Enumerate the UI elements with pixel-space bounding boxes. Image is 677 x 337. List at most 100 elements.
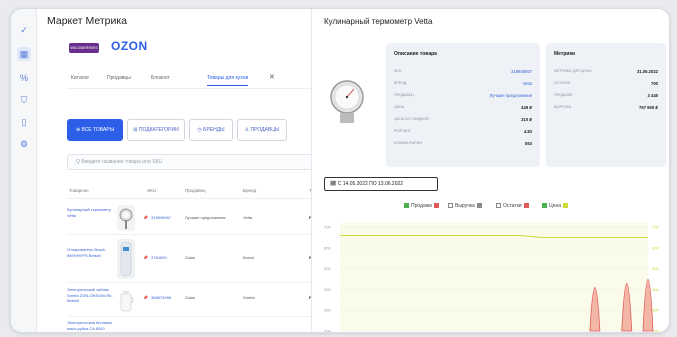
y-tick-label-left: 600: [324, 245, 331, 250]
y-tick-label-right: 700: [652, 225, 659, 230]
field-label: Рейтинг: [394, 129, 411, 133]
settings-icon[interactable]: ⚙: [17, 137, 31, 151]
field-label: Продажи: [554, 93, 573, 97]
legend-swatch: [523, 203, 529, 209]
y-tick-label-right: 300: [652, 308, 659, 313]
check-icon[interactable]: ✓: [17, 23, 31, 37]
product-thumbnail: [117, 239, 135, 279]
seller-cell[interactable]: Zolan: [185, 295, 195, 300]
tab-sellers[interactable]: Продавцы: [107, 75, 131, 81]
table-row[interactable]: Отпариватель Bosch BKR99VPS Betseil 📌 37…: [67, 235, 327, 283]
legend-checkbox-icon[interactable]: [542, 203, 547, 209]
search-input[interactable]: Q Введите название товара или SKU: [67, 154, 327, 170]
legend-swatch: [563, 203, 569, 209]
pin-icon[interactable]: 📌: [143, 295, 148, 300]
brand-cell[interactable]: Smeta: [243, 295, 255, 300]
field-label: Выручка: [554, 105, 572, 109]
product-title: Кулинарный термометр Vetta: [324, 17, 433, 26]
y-tick-label-left: 200: [324, 329, 331, 334]
legend-checkbox-icon[interactable]: [404, 203, 409, 209]
field-label: Цена: [394, 105, 405, 109]
tab-catalog[interactable]: Каталог: [71, 75, 89, 81]
legend-label: Цена: [549, 203, 562, 209]
wildberries-tab[interactable]: WILDBERRIES: [69, 43, 99, 53]
sales-value: 3 445: [647, 93, 658, 98]
field-label: Бренд: [394, 81, 407, 85]
pin-icon[interactable]: 📌: [143, 215, 148, 220]
percent-icon[interactable]: %: [17, 71, 31, 85]
seller-cell[interactable]: Zolan: [185, 255, 195, 260]
date-range-picker[interactable]: 🗓 С 14.05.2022 ПО 13.06.2022: [324, 177, 438, 191]
chart-plot-area: [340, 223, 648, 331]
product-name-link[interactable]: Электрический чайник Smeta ZGN-ONSGW-Rb-…: [67, 287, 113, 304]
column-sku-header[interactable]: SKU: [147, 188, 156, 193]
field-label: Комментарии: [394, 141, 422, 145]
legend-item-sales[interactable]: Продажи: [402, 203, 441, 209]
pin-icon[interactable]: 📌: [143, 255, 148, 260]
legend-swatch: [476, 203, 482, 209]
sku-cell[interactable]: 319849067: [151, 215, 171, 220]
legend-item-stock[interactable]: Остатки: [494, 203, 531, 209]
y-tick-label-right: 500: [652, 266, 659, 271]
y-tick-label-left: 400: [324, 287, 331, 292]
column-seller-header[interactable]: Продавец: [185, 188, 206, 193]
seller-cell[interactable]: Лучшие предложения: [185, 215, 225, 220]
rating-value: 4.83: [523, 129, 532, 134]
sku-cell[interactable]: 366574996: [151, 295, 171, 300]
legend-label: Выручка: [455, 203, 475, 209]
y-tick-label-right: 400: [652, 287, 659, 292]
sku-cell[interactable]: 3784693: [151, 255, 167, 260]
price-value: 449 ₽: [521, 105, 532, 110]
product-name-link[interactable]: Электрическая бытовая мясо-рубка CA 8000: [67, 320, 113, 331]
sku-value[interactable]: 319849067: [511, 69, 532, 74]
app-title: Маркет Метрика: [47, 15, 128, 27]
product-thumbnail: [117, 287, 135, 313]
grid-icon[interactable]: ▦: [17, 47, 31, 61]
document-icon[interactable]: ▯: [17, 115, 31, 129]
left-rail: ✓ ▦ % ⛉ ▯ ⚙: [11, 9, 37, 332]
comments-value: 553: [525, 141, 532, 146]
legend-item-revenue[interactable]: Выручка: [446, 203, 484, 209]
filter-brands-button[interactable]: ◷ БРЕНДЫ: [189, 119, 233, 141]
product-detail-panel: Кулинарный термометр Vetta Описание това…: [311, 9, 669, 334]
legend-swatch: [433, 203, 439, 209]
app-window: ✓ ▦ % ⛉ ▯ ⚙ Маркет Метрика WILDBERRIES O…: [10, 8, 670, 333]
product-image: [327, 74, 367, 128]
close-tab-icon[interactable]: ✕: [269, 73, 275, 81]
metrics-heading: Метрики: [554, 51, 576, 57]
filter-sellers-button[interactable]: ♙ ПРОДАВЦЫ: [237, 119, 287, 141]
shield-icon[interactable]: ⛉: [17, 93, 31, 107]
column-name-header[interactable]: Товарное: [69, 188, 89, 193]
table-row[interactable]: Электрическая бытовая мясо-рубка CA 8000: [67, 317, 327, 332]
legend-checkbox-icon[interactable]: [496, 203, 501, 209]
tab-notebook[interactable]: Блокнот: [151, 75, 170, 81]
column-brand-header[interactable]: Бренд: [243, 188, 256, 193]
table-row[interactable]: Электрический чайник Smeta ZGN-ONSGW-Rb-…: [67, 283, 327, 317]
product-thumbnail: [117, 205, 135, 231]
filter-subcategories-button[interactable]: ⊞ ПОДКАТЕГОРИИ: [127, 119, 185, 141]
stock-value: 700: [651, 81, 658, 86]
brand-cell[interactable]: Vetta: [243, 215, 252, 220]
y-tick-label-left: 700: [324, 225, 331, 230]
product-name-link[interactable]: Отпариватель Bosch BKR99VPS Betseil: [67, 247, 113, 258]
legend-checkbox-icon[interactable]: [448, 203, 453, 209]
tab-kitchen-products[interactable]: Товары для кухни: [207, 75, 249, 86]
ozon-tab[interactable]: OZON: [111, 39, 148, 53]
description-heading: Описание товара: [394, 51, 437, 57]
y-tick-label-left: 300: [324, 308, 331, 313]
breadcrumb-tabs: Каталог Продавцы Блокнот Товары для кухн…: [67, 71, 327, 89]
legend-item-price[interactable]: Цена: [540, 203, 570, 209]
y-tick-label-left: 500: [324, 266, 331, 271]
field-label: SKU: [394, 69, 402, 73]
table-row[interactable]: Кулинарный термометр Vetta 📌 319849067 Л…: [67, 201, 327, 235]
seller-value[interactable]: Лучшие предложения: [490, 93, 532, 98]
field-label: Продавец: [394, 93, 414, 97]
y-tick-label-right: 600: [652, 245, 659, 250]
legend-label: Остатки: [503, 203, 522, 209]
metrics-date-value: 31.05.2022: [637, 69, 658, 74]
legend-label: Продажи: [411, 203, 432, 209]
product-name-link[interactable]: Кулинарный термометр Vetta: [67, 207, 113, 218]
brand-cell[interactable]: Bosch: [243, 255, 254, 260]
brand-value[interactable]: Vetta: [522, 81, 532, 86]
filter-all-products-button[interactable]: ⊕ ВСЕ ТОВАРЫ: [67, 119, 123, 141]
